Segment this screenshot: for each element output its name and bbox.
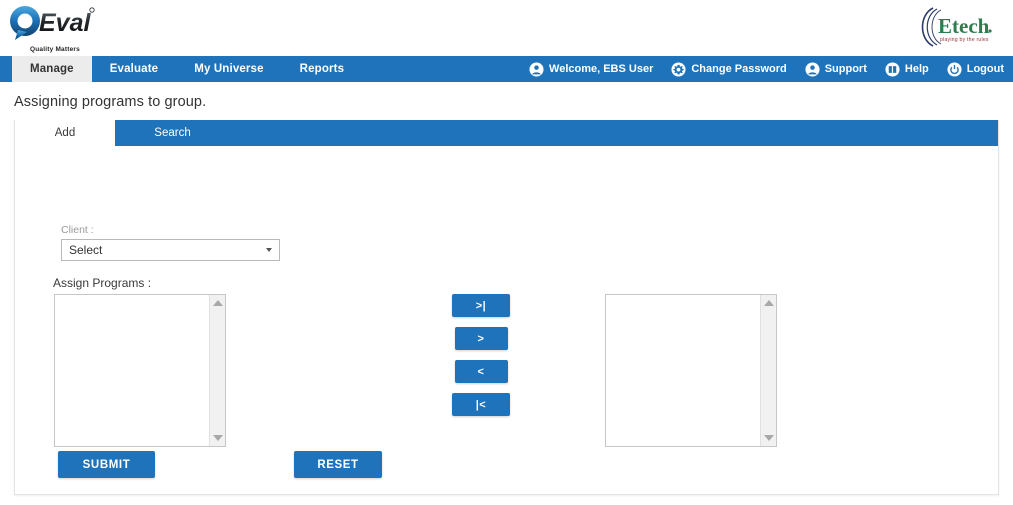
move-right-button[interactable]: > bbox=[454, 327, 508, 350]
nav-util-help[interactable]: Help bbox=[876, 61, 938, 77]
svg-text:playing by the rules: playing by the rules bbox=[940, 37, 989, 43]
tab-add[interactable]: Add bbox=[15, 120, 115, 146]
nav-item-manage[interactable]: Manage bbox=[12, 56, 92, 82]
scroll-down-arrow-icon[interactable] bbox=[763, 435, 774, 441]
nav-util-support[interactable]: Support bbox=[796, 61, 876, 77]
content-card: Add Search Client : Select Assign Progra… bbox=[14, 120, 999, 495]
nav-util-label: Welcome, EBS User bbox=[549, 63, 654, 75]
nav-util-label: Change Password bbox=[691, 63, 787, 75]
utility-nav: Welcome, EBS User Change Password Suppor… bbox=[520, 56, 1013, 82]
nav-item-label: My Universe bbox=[194, 63, 264, 75]
main-navigation: Manage Evaluate My Universe Reports Welc… bbox=[0, 56, 1013, 82]
form-actions: SUBMIT RESET bbox=[15, 451, 998, 491]
transfer-button-group: >| > < |< bbox=[452, 294, 510, 416]
nav-util-label: Support bbox=[824, 63, 867, 75]
scroll-up-arrow-icon[interactable] bbox=[212, 300, 223, 306]
move-all-right-button[interactable]: >| bbox=[452, 294, 510, 317]
gear-icon bbox=[671, 61, 686, 77]
submit-button[interactable]: SUBMIT bbox=[58, 451, 155, 478]
nav-item-label: Reports bbox=[299, 63, 345, 75]
nav-util-label: Help bbox=[904, 63, 929, 75]
nav-util-welcome[interactable]: Welcome, EBS User bbox=[520, 61, 662, 77]
client-field-group: Client : Select bbox=[61, 224, 280, 261]
available-programs-scrollbar[interactable] bbox=[209, 295, 225, 446]
nav-item-reports[interactable]: Reports bbox=[282, 56, 363, 82]
move-left-button[interactable]: < bbox=[454, 360, 508, 383]
nav-util-label: Logout bbox=[966, 63, 1004, 75]
user-icon bbox=[805, 61, 820, 77]
card-body: Client : Select Assign Programs : >| > <… bbox=[15, 146, 998, 494]
book-icon bbox=[885, 61, 900, 77]
nav-util-change-password[interactable]: Change Password bbox=[662, 61, 795, 77]
nav-item-label: Manage bbox=[30, 63, 74, 75]
nav-item-label: Evaluate bbox=[109, 63, 159, 75]
nav-item-my-universe[interactable]: My Universe bbox=[176, 56, 281, 82]
available-programs-listbox[interactable] bbox=[54, 294, 226, 447]
page-title: Assigning programs to group. bbox=[14, 94, 207, 110]
scroll-down-arrow-icon[interactable] bbox=[212, 435, 223, 441]
selected-programs-list[interactable] bbox=[606, 295, 760, 446]
primary-nav: Manage Evaluate My Universe Reports bbox=[0, 56, 362, 82]
user-icon bbox=[529, 61, 544, 77]
assign-programs-label: Assign Programs : bbox=[53, 276, 152, 290]
qeval-logo[interactable]: Eval Quality Matters bbox=[8, 2, 100, 54]
qeval-tagline: Quality Matters bbox=[30, 46, 80, 53]
card-tabstrip: Add Search bbox=[15, 120, 998, 146]
tab-label: Search bbox=[154, 127, 191, 139]
tab-search[interactable]: Search bbox=[115, 120, 230, 146]
etech-logo[interactable]: Etech playing by the rules bbox=[917, 5, 995, 49]
svg-text:Etech: Etech bbox=[938, 14, 990, 38]
power-icon bbox=[947, 61, 962, 77]
client-select-wrapper: Select bbox=[61, 239, 280, 261]
page-header: Eval Quality Matters Etech playing by th… bbox=[0, 0, 1013, 56]
svg-text:Eval: Eval bbox=[39, 9, 91, 37]
reset-button[interactable]: RESET bbox=[294, 451, 382, 478]
scroll-up-arrow-icon[interactable] bbox=[763, 300, 774, 306]
move-all-left-button[interactable]: |< bbox=[452, 393, 510, 416]
selected-programs-listbox[interactable] bbox=[605, 294, 777, 447]
tab-label: Add bbox=[54, 127, 76, 139]
nav-item-evaluate[interactable]: Evaluate bbox=[92, 56, 177, 82]
available-programs-list[interactable] bbox=[55, 295, 209, 446]
client-field-label: Client : bbox=[61, 224, 94, 236]
selected-programs-scrollbar[interactable] bbox=[760, 295, 776, 446]
nav-util-logout[interactable]: Logout bbox=[938, 61, 1013, 77]
client-select[interactable]: Select bbox=[61, 239, 280, 261]
